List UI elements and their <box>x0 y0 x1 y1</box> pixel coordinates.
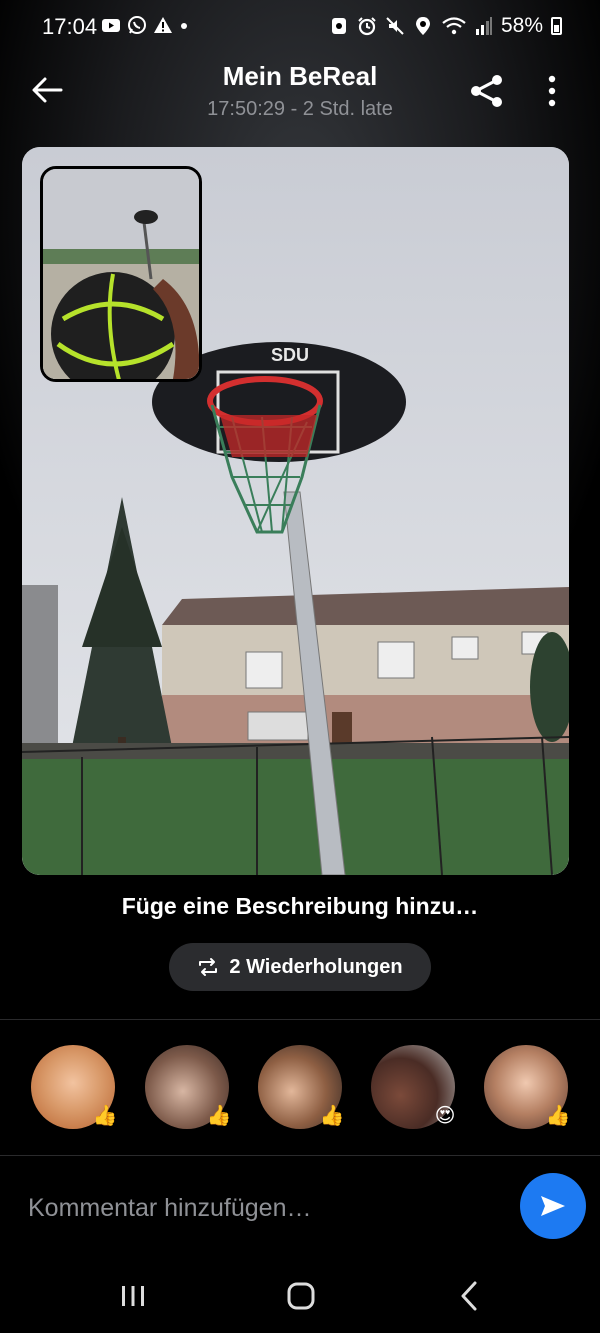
alarm-icon <box>358 17 376 36</box>
caption-placeholder[interactable]: Füge eine Beschreibung hinzu… <box>0 893 600 920</box>
front-camera-inset[interactable] <box>40 166 202 382</box>
thumbs-up-icon: 👍 <box>206 1105 232 1127</box>
screenshot-icon <box>331 18 346 34</box>
reactions-row: 👍 👍 👍 😍 👍 <box>0 1045 600 1135</box>
warning-icon <box>154 17 172 33</box>
comment-input[interactable] <box>26 1186 500 1230</box>
notification-icons <box>101 15 189 35</box>
post-time: 17:50:29 - 2 Std. late <box>207 98 393 120</box>
thumbs-up-icon: 👍 <box>319 1105 345 1127</box>
whatsapp-icon <box>128 16 146 34</box>
battery-percent: 58% <box>500 14 543 37</box>
system-navigation-bar <box>0 1258 600 1333</box>
divider <box>0 1019 600 1020</box>
selfie-photo <box>43 169 199 379</box>
youtube-icon <box>102 19 120 32</box>
divider <box>0 1155 600 1156</box>
backboard-text: SDU <box>271 345 309 365</box>
signal-icon <box>475 17 492 35</box>
back-nav-icon[interactable] <box>450 1276 490 1316</box>
more-options-icon[interactable] <box>540 73 564 109</box>
app-header: Mein BeReal 17:50:29 - 2 Std. late <box>0 55 600 135</box>
location-icon <box>415 17 430 35</box>
wifi-icon <box>442 17 466 35</box>
send-button[interactable] <box>520 1173 586 1239</box>
page-title: Mein BeReal <box>222 61 378 91</box>
thumbs-up-icon: 👍 <box>545 1105 571 1127</box>
status-time: 17:04 <box>42 14 98 39</box>
share-icon[interactable] <box>468 72 506 110</box>
battery-icon <box>551 17 562 35</box>
mute-icon <box>386 17 404 35</box>
dot-icon <box>181 23 187 29</box>
thumbs-up-icon: 👍 <box>92 1105 118 1127</box>
status-bar: 17:04 58% <box>0 0 600 55</box>
home-icon[interactable] <box>281 1276 321 1316</box>
send-icon <box>541 1196 565 1216</box>
system-icons: 58% <box>329 14 562 38</box>
repeats-label: 2 Wiederholungen <box>229 955 403 978</box>
recent-apps-icon[interactable] <box>113 1276 153 1316</box>
repeats-button[interactable]: 2 Wiederholungen <box>169 943 431 991</box>
heart-eyes-icon: 😍 <box>434 1105 456 1127</box>
repeat-icon <box>199 958 218 976</box>
